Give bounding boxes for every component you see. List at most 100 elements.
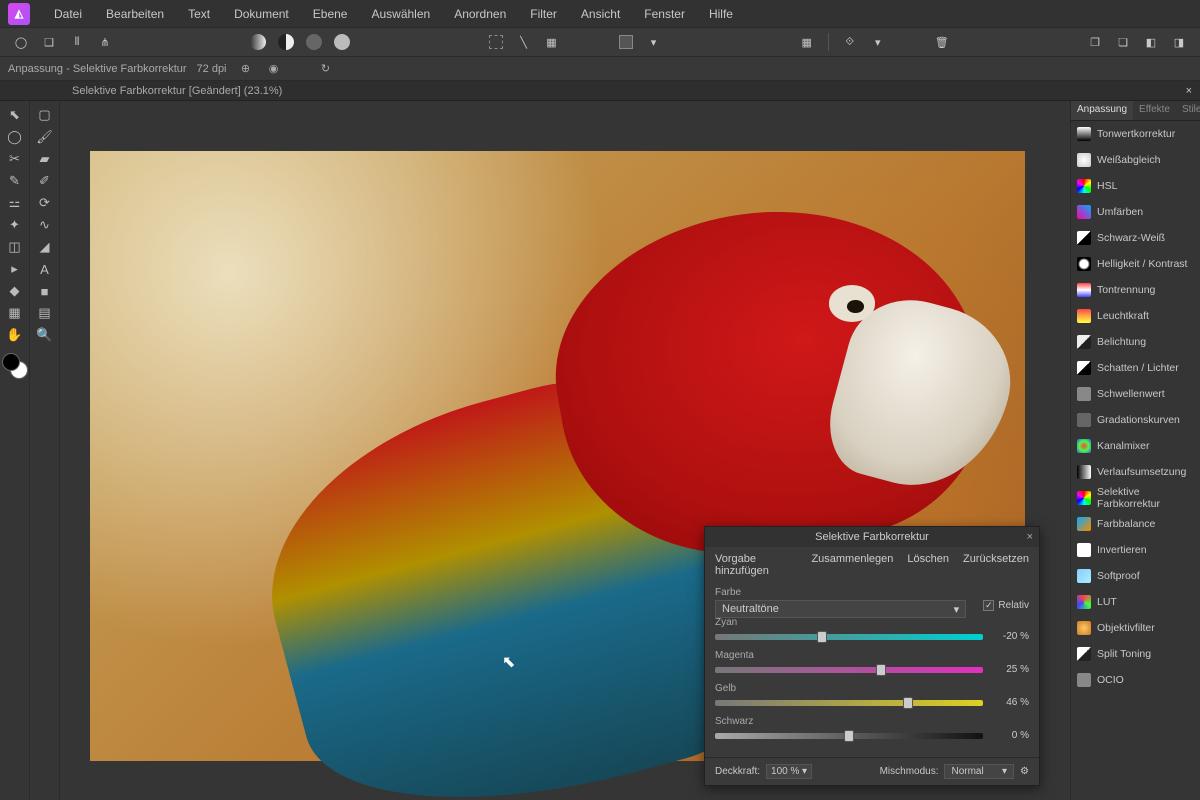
color-swatch[interactable] bbox=[2, 353, 28, 379]
color-select[interactable]: Neutraltöne ▾ bbox=[715, 600, 966, 618]
menu-ebene[interactable]: Ebene bbox=[301, 1, 360, 27]
dialog-titlebar[interactable]: Selektive Farbkorrektur × bbox=[705, 527, 1039, 547]
grid-tool-icon[interactable]: ▦ bbox=[3, 303, 27, 323]
relative-checkbox[interactable]: ✓ bbox=[983, 600, 994, 611]
panel-tab-stile[interactable]: Stile bbox=[1176, 101, 1200, 120]
adjustment-item[interactable]: Schwarz-Weiß bbox=[1071, 225, 1200, 251]
merge-button[interactable]: Zusammenlegen bbox=[811, 553, 893, 577]
delete-button[interactable]: Löschen bbox=[907, 553, 949, 577]
target-icon[interactable]: ⊕ bbox=[237, 60, 255, 78]
heal-tool-icon[interactable]: ⟳ bbox=[33, 193, 57, 213]
grid-icon[interactable]: ▦ bbox=[796, 31, 818, 53]
line-icon[interactable]: ╲ bbox=[513, 31, 535, 53]
cube-icon[interactable]: ❑ bbox=[38, 31, 60, 53]
adjustment-item[interactable]: Schatten / Lichter bbox=[1071, 355, 1200, 381]
table-tool-icon[interactable]: ▤ bbox=[33, 303, 57, 323]
move-tool-icon[interactable]: ⬉ bbox=[3, 105, 27, 125]
adjustment-item[interactable]: Schwellenwert bbox=[1071, 381, 1200, 407]
menu-datei[interactable]: Datei bbox=[42, 1, 94, 27]
gear-icon[interactable]: ⚙ bbox=[1020, 766, 1029, 777]
crop-tool-icon[interactable]: ✂ bbox=[3, 149, 27, 169]
shape-tool-icon[interactable]: ◆ bbox=[3, 281, 27, 301]
menu-text[interactable]: Text bbox=[176, 1, 222, 27]
trash-icon[interactable]: 🗑 bbox=[931, 31, 953, 53]
slider-thumb[interactable] bbox=[817, 631, 827, 643]
adjustment-item[interactable]: HSL bbox=[1071, 173, 1200, 199]
slider-thumb[interactable] bbox=[903, 697, 913, 709]
reset-button[interactable]: Zurücksetzen bbox=[963, 553, 1029, 577]
arrange-3-icon[interactable]: ◧ bbox=[1140, 31, 1162, 53]
text-tool-icon[interactable]: A bbox=[33, 259, 57, 279]
menu-ansicht[interactable]: Ansicht bbox=[569, 1, 632, 27]
adjustment-item[interactable]: Verlaufsumsetzung bbox=[1071, 459, 1200, 485]
link-icon[interactable]: ⟐ bbox=[839, 31, 861, 53]
slider-track[interactable] bbox=[715, 667, 983, 673]
slider-thumb[interactable] bbox=[876, 664, 886, 676]
opacity-input[interactable]: 100 %▾ bbox=[766, 764, 812, 779]
gradient-tool-icon[interactable]: ◢ bbox=[33, 237, 57, 257]
tone-2-icon[interactable] bbox=[275, 31, 297, 53]
brush-tool-icon[interactable]: ✎ bbox=[3, 171, 27, 191]
adjustment-item[interactable]: Tontrennung bbox=[1071, 277, 1200, 303]
arrange-back-icon[interactable]: ❏ bbox=[1112, 31, 1134, 53]
mirror-icon[interactable]: ⦀ bbox=[66, 31, 88, 53]
erase-tool-icon[interactable]: ◫ bbox=[3, 237, 27, 257]
adjustment-item[interactable]: Belichtung bbox=[1071, 329, 1200, 355]
adjustment-item[interactable]: Selektive Farbkorrektur bbox=[1071, 485, 1200, 511]
tone-1-icon[interactable] bbox=[247, 31, 269, 53]
adjustment-item[interactable]: Invertieren bbox=[1071, 537, 1200, 563]
adjustment-item[interactable]: Objektivfilter bbox=[1071, 615, 1200, 641]
tone-3-icon[interactable] bbox=[303, 31, 325, 53]
arrange-front-icon[interactable]: ❐ bbox=[1084, 31, 1106, 53]
adjustment-item[interactable]: Helligkeit / Kontrast bbox=[1071, 251, 1200, 277]
pencil-tool-icon[interactable]: ✐ bbox=[33, 171, 57, 191]
adjustment-item[interactable]: Softproof bbox=[1071, 563, 1200, 589]
menu-anordnen[interactable]: Anordnen bbox=[442, 1, 518, 27]
eye-icon[interactable]: ◉ bbox=[265, 60, 283, 78]
share-icon[interactable]: ⋔ bbox=[94, 31, 116, 53]
slider-track[interactable] bbox=[715, 700, 983, 706]
adjustment-item[interactable]: Umfärben bbox=[1071, 199, 1200, 225]
dropdown2-icon[interactable]: ▾ bbox=[867, 31, 889, 53]
close-icon[interactable]: × bbox=[1027, 531, 1033, 543]
flood-tool-icon[interactable]: ▰ bbox=[33, 149, 57, 169]
menu-bearbeiten[interactable]: Bearbeiten bbox=[94, 1, 176, 27]
clone-tool-icon[interactable]: ⚍ bbox=[3, 193, 27, 213]
panel-tab-anpassung[interactable]: Anpassung bbox=[1071, 101, 1133, 120]
smudge-tool-icon[interactable]: ∿ bbox=[33, 215, 57, 235]
adjustment-item[interactable]: Split Toning bbox=[1071, 641, 1200, 667]
rect-tool-icon[interactable]: ■ bbox=[33, 281, 57, 301]
menu-auswählen[interactable]: Auswählen bbox=[359, 1, 442, 27]
lasso-tool-icon[interactable]: ◯ bbox=[3, 127, 27, 147]
adjustment-item[interactable]: Farbbalance bbox=[1071, 511, 1200, 537]
adjustment-item[interactable]: Tonwertkorrektur bbox=[1071, 121, 1200, 147]
paintbrush-tool-icon[interactable]: 🖌 bbox=[33, 127, 57, 147]
slider-track[interactable] bbox=[715, 733, 983, 739]
blend-select[interactable]: Normal▾ bbox=[944, 764, 1014, 779]
marquee-icon[interactable] bbox=[485, 31, 507, 53]
adjustment-item[interactable]: LUT bbox=[1071, 589, 1200, 615]
close-icon[interactable]: × bbox=[1186, 85, 1200, 97]
zoom-tool-icon[interactable]: 🔍 bbox=[33, 325, 57, 345]
adjustment-item[interactable]: Weißabgleich bbox=[1071, 147, 1200, 173]
dropdown-icon[interactable]: ▾ bbox=[643, 31, 665, 53]
add-preset-button[interactable]: Vorgabe hinzufügen bbox=[715, 553, 797, 577]
menu-hilfe[interactable]: Hilfe bbox=[697, 1, 745, 27]
marquee-tool-icon[interactable]: ▢ bbox=[33, 105, 57, 125]
adjustment-item[interactable]: Leuchtkraft bbox=[1071, 303, 1200, 329]
tone-4-icon[interactable] bbox=[331, 31, 353, 53]
adjustment-item[interactable]: OCIO bbox=[1071, 667, 1200, 693]
hand-tool-icon[interactable]: ✋ bbox=[3, 325, 27, 345]
pen-tool-icon[interactable]: ▸ bbox=[3, 259, 27, 279]
slider-thumb[interactable] bbox=[844, 730, 854, 742]
adjustment-item[interactable]: Gradationskurven bbox=[1071, 407, 1200, 433]
fill-square-icon[interactable] bbox=[615, 31, 637, 53]
menu-fenster[interactable]: Fenster bbox=[632, 1, 697, 27]
arrange-4-icon[interactable]: ◨ bbox=[1168, 31, 1190, 53]
panel-tab-effekte[interactable]: Effekte bbox=[1133, 101, 1176, 120]
slider-track[interactable] bbox=[715, 634, 983, 640]
inpaint-tool-icon[interactable]: ✦ bbox=[3, 215, 27, 235]
refresh-icon[interactable]: ↻ bbox=[317, 60, 335, 78]
menu-dokument[interactable]: Dokument bbox=[222, 1, 301, 27]
adjustment-item[interactable]: Kanalmixer bbox=[1071, 433, 1200, 459]
